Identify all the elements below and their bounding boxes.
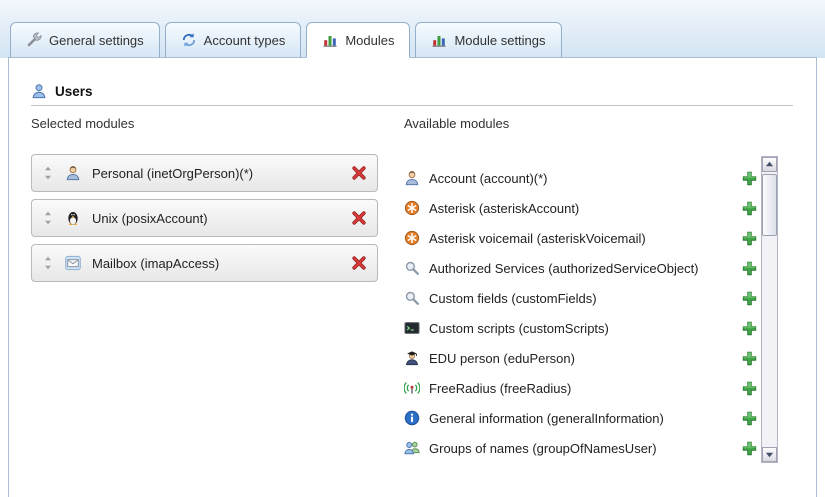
module-label: General information (generalInformation) xyxy=(429,411,664,426)
scrollbar-down-button[interactable] xyxy=(762,447,777,462)
add-module-button[interactable] xyxy=(742,261,757,276)
module-label: Account (account)(*) xyxy=(429,171,548,186)
top-background: General settings Account types Modules M… xyxy=(0,0,825,58)
custom-fields-icon xyxy=(404,290,420,306)
general-information-icon xyxy=(404,410,420,426)
custom-scripts-icon xyxy=(404,320,420,336)
add-module-button[interactable] xyxy=(742,201,757,216)
tab-modules[interactable]: Modules xyxy=(306,22,410,58)
scrollbar[interactable] xyxy=(761,156,778,463)
available-module-row: EDU person (eduPerson) xyxy=(404,343,757,373)
available-modules-heading: Available modules xyxy=(404,116,509,131)
module-label: FreeRadius (freeRadius) xyxy=(429,381,571,396)
mailbox-icon xyxy=(65,255,81,271)
wrench-icon xyxy=(26,32,42,48)
available-module-row: Account (account)(*) xyxy=(404,163,757,193)
personal-icon xyxy=(65,165,81,181)
scrollbar-up-button[interactable] xyxy=(762,157,777,172)
tab-module-settings[interactable]: Module settings xyxy=(415,22,561,58)
module-label: Asterisk (asteriskAccount) xyxy=(429,201,579,216)
edu-person-icon xyxy=(404,350,420,366)
module-label: Custom fields (customFields) xyxy=(429,291,597,306)
add-module-button[interactable] xyxy=(742,411,757,426)
remove-module-button[interactable] xyxy=(351,255,367,271)
tab-label: Account types xyxy=(204,33,286,48)
drag-handle-icon[interactable] xyxy=(42,211,55,225)
available-module-row: General information (generalInformation) xyxy=(404,403,757,433)
available-modules-list: Account (account)(*) Asterisk (asteriskA… xyxy=(404,163,757,463)
module-label: Groups of names (groupOfNamesUser) xyxy=(429,441,657,456)
selected-module-row: Mailbox (imapAccess) xyxy=(31,244,378,282)
module-label: Mailbox (imapAccess) xyxy=(92,256,219,271)
unix-tux-icon xyxy=(65,210,81,226)
scrollbar-thumb[interactable] xyxy=(762,174,777,236)
available-module-row: FreeRadius (freeRadius) xyxy=(404,373,757,403)
divider xyxy=(31,105,793,106)
bar-chart-icon xyxy=(431,32,447,48)
tab-account-types[interactable]: Account types xyxy=(165,22,302,58)
module-label: Custom scripts (customScripts) xyxy=(429,321,609,336)
users-icon xyxy=(31,83,47,99)
section-heading: Users xyxy=(31,83,93,99)
tab-label: Module settings xyxy=(454,33,545,48)
add-module-button[interactable] xyxy=(742,321,757,336)
module-label: Asterisk voicemail (asteriskVoicemail) xyxy=(429,231,646,246)
add-module-button[interactable] xyxy=(742,441,757,456)
add-module-button[interactable] xyxy=(742,291,757,306)
authorized-services-icon xyxy=(404,260,420,276)
add-module-button[interactable] xyxy=(742,231,757,246)
add-module-button[interactable] xyxy=(742,171,757,186)
available-module-row: Groups of names (groupOfNamesUser) xyxy=(404,433,757,463)
content-panel: Users Selected modules Available modules… xyxy=(8,57,817,497)
selected-module-row: Unix (posixAccount) xyxy=(31,199,378,237)
selected-modules-list: Personal (inetOrgPerson)(*) Unix (posixA… xyxy=(31,154,378,289)
add-module-button[interactable] xyxy=(742,381,757,396)
tab-bar: General settings Account types Modules M… xyxy=(10,0,562,58)
asterisk-voicemail-icon xyxy=(404,230,420,246)
module-label: Unix (posixAccount) xyxy=(92,211,208,226)
asterisk-icon xyxy=(404,200,420,216)
module-label: Personal (inetOrgPerson)(*) xyxy=(92,166,253,181)
sync-icon xyxy=(181,32,197,48)
groups-of-names-icon xyxy=(404,440,420,456)
remove-module-button[interactable] xyxy=(351,165,367,181)
bar-chart-icon xyxy=(322,32,338,48)
drag-handle-icon[interactable] xyxy=(42,256,55,270)
available-module-row: Custom fields (customFields) xyxy=(404,283,757,313)
module-label: EDU person (eduPerson) xyxy=(429,351,575,366)
available-module-row: Asterisk voicemail (asteriskVoicemail) xyxy=(404,223,757,253)
drag-handle-icon[interactable] xyxy=(42,166,55,180)
section-title: Users xyxy=(55,84,93,99)
tab-label: Modules xyxy=(345,33,394,48)
available-module-row: Asterisk (asteriskAccount) xyxy=(404,193,757,223)
account-icon xyxy=(404,170,420,186)
module-label: Authorized Services (authorizedServiceOb… xyxy=(429,261,699,276)
add-module-button[interactable] xyxy=(742,351,757,366)
available-module-row: Authorized Services (authorizedServiceOb… xyxy=(404,253,757,283)
selected-modules-heading: Selected modules xyxy=(31,116,134,131)
selected-module-row: Personal (inetOrgPerson)(*) xyxy=(31,154,378,192)
remove-module-button[interactable] xyxy=(351,210,367,226)
tab-general-settings[interactable]: General settings xyxy=(10,22,160,58)
tab-label: General settings xyxy=(49,33,144,48)
freeradius-icon xyxy=(404,380,420,396)
available-module-row: Custom scripts (customScripts) xyxy=(404,313,757,343)
